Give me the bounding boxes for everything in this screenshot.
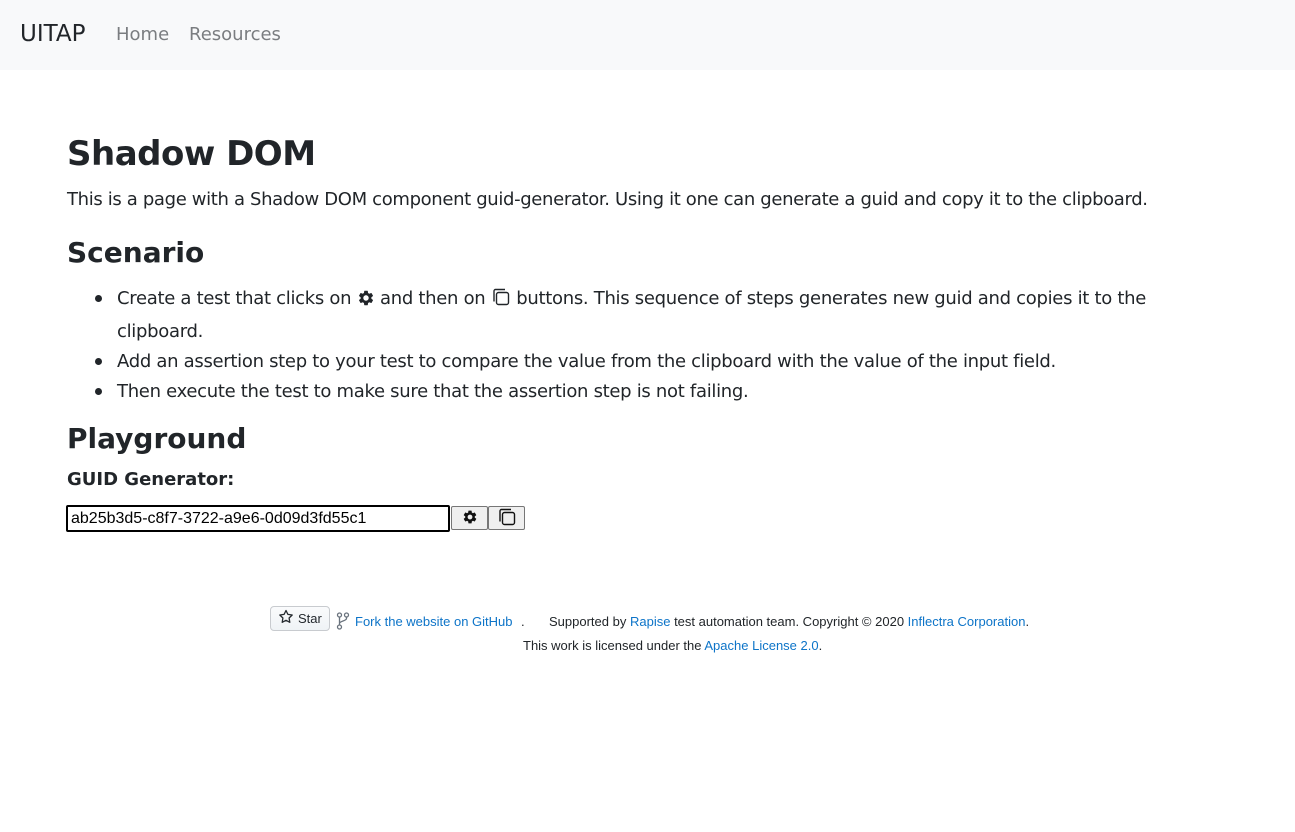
nav-link-home[interactable]: Home	[116, 24, 169, 45]
copy-guid-button[interactable]	[488, 506, 525, 530]
generate-guid-button[interactable]	[451, 506, 488, 530]
scenario-heading: Scenario	[67, 236, 205, 269]
fork-github-link[interactable]: Fork the website on GitHub	[355, 614, 513, 629]
supported-by-text: Supported by	[549, 614, 627, 629]
copy-icon	[497, 507, 517, 530]
copyright-text: test automation team. Copyright © 2020	[674, 614, 905, 629]
apache-license-link[interactable]: Apache License 2.0	[704, 638, 818, 653]
list-item: Then execute the test to make sure that …	[95, 377, 1197, 407]
fork-suffix: .	[521, 614, 525, 629]
navbar: UITAP Home Resources	[0, 0, 1295, 70]
license-text: This work is licensed under the	[523, 638, 702, 653]
gear-icon	[357, 287, 375, 317]
inflectra-link[interactable]: Inflectra Corporation	[908, 614, 1026, 629]
page-intro: This is a page with a Shadow DOM compone…	[67, 189, 1148, 210]
license-period: .	[818, 638, 823, 653]
rapise-link[interactable]: Rapise	[630, 614, 670, 629]
github-star-button[interactable]: Star	[270, 606, 330, 631]
guid-input[interactable]	[66, 505, 450, 532]
step-text: Create a test that clicks on	[117, 288, 352, 309]
license-line: This work is licensed under the Apache L…	[523, 638, 822, 653]
star-label: Star	[298, 611, 322, 626]
step-text: and then on	[380, 288, 486, 309]
nav-link-resources[interactable]: Resources	[189, 24, 281, 45]
copy-icon	[491, 287, 511, 317]
guid-generator-label: GUID Generator:	[67, 469, 235, 490]
scenario-steps: Create a test that clicks on and then on…	[95, 284, 1197, 407]
playground-heading: Playground	[67, 422, 247, 455]
gear-icon	[462, 509, 478, 528]
support-line: Supported by Rapise test automation team…	[549, 614, 1029, 629]
list-item: Create a test that clicks on and then on…	[95, 284, 1197, 347]
copyright-period: .	[1025, 614, 1030, 629]
fork-icon	[336, 612, 350, 633]
list-item: Add an assertion step to your test to co…	[95, 347, 1197, 377]
navbar-brand[interactable]: UITAP	[20, 21, 86, 47]
page-title: Shadow DOM	[67, 134, 316, 174]
star-icon	[278, 609, 294, 628]
